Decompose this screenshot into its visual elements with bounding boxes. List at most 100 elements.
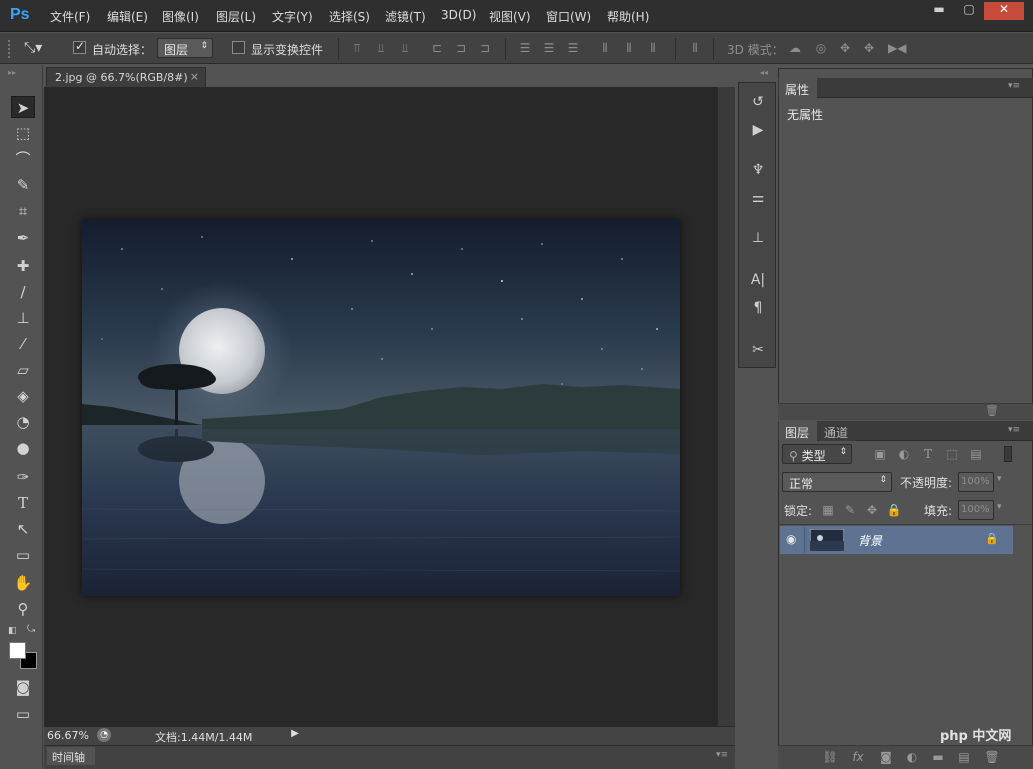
document-image[interactable] (82, 219, 680, 596)
filter-smart-object-icon[interactable]: ▤ (968, 446, 984, 462)
menu-edit[interactable]: 编辑(E) (107, 8, 148, 25)
align-top-icon[interactable]: ⫪ (350, 41, 364, 55)
paint-bucket-tool-icon[interactable]: ◈ (11, 385, 35, 407)
minimize-button[interactable]: ▬ (924, 2, 954, 20)
dropdown-arrow-icon[interactable]: ▾ (997, 502, 1002, 512)
grip-handle[interactable] (8, 40, 14, 58)
close-tab-icon[interactable]: × (190, 70, 199, 83)
menu-layer[interactable]: 图层(L) (216, 8, 256, 25)
path-select-tool-icon[interactable]: ↖ (11, 518, 35, 540)
pen-tool-icon[interactable]: ✑ (11, 466, 35, 488)
quick-mask-icon[interactable]: ◙ (11, 676, 35, 698)
crop-tool-icon[interactable]: ⌗ (11, 200, 35, 222)
collapse-icon[interactable]: ◂◂ (760, 68, 768, 77)
filter-type-icon[interactable]: T (920, 446, 936, 462)
status-menu-arrow-icon[interactable]: ▶ (288, 728, 302, 742)
eyedropper-tool-icon[interactable]: ✒ (11, 227, 35, 249)
distribute-top-icon[interactable]: ☰ (518, 41, 532, 55)
layer-name[interactable]: 背景 (858, 532, 882, 549)
filter-shape-icon[interactable]: ⬚ (944, 446, 960, 462)
show-transform-checkbox[interactable] (232, 41, 245, 54)
adjustments-icon[interactable]: ⚌ (748, 188, 768, 208)
menu-image[interactable]: 图像(I) (162, 8, 199, 25)
brush-presets-icon[interactable]: ♆ (748, 160, 768, 180)
dodge-tool-icon[interactable]: ● (11, 437, 35, 459)
foreground-color-swatch[interactable] (9, 642, 26, 659)
menu-select[interactable]: 选择(S) (329, 8, 370, 25)
collapse-icon[interactable]: ▸▸ (8, 68, 16, 77)
healing-brush-tool-icon[interactable]: ✚ (11, 255, 35, 277)
filter-pixel-icon[interactable]: ▣ (872, 446, 888, 462)
filter-toggle[interactable] (1004, 446, 1012, 462)
status-info-icon[interactable]: ◔ (97, 728, 111, 742)
clone-source-icon[interactable]: ⊥ (748, 228, 768, 248)
panel-menu-icon[interactable]: ▾≡ (1008, 425, 1020, 435)
adjustment-layer-icon[interactable]: ◐ (904, 749, 920, 765)
menu-file[interactable]: 文件(F) (50, 8, 90, 25)
eraser-tool-icon[interactable]: ▱ (11, 359, 35, 381)
align-bottom-icon[interactable]: ⫫ (398, 41, 412, 55)
swap-colors-icon[interactable]: ⤿ (27, 624, 35, 635)
menu-window[interactable]: 窗口(W) (546, 8, 591, 25)
lock-image-icon[interactable]: ✎ (842, 502, 858, 518)
history-brush-tool-icon[interactable]: ⁄ (11, 333, 35, 355)
3d-scale-icon[interactable]: ▶◀ (888, 41, 906, 55)
panel-menu-icon[interactable]: ▾≡ (1008, 81, 1020, 91)
vertical-scrollbar[interactable] (717, 87, 735, 726)
fill-input[interactable]: 100% (958, 500, 994, 520)
filter-adjustment-icon[interactable]: ◐ (896, 446, 912, 462)
lock-all-icon[interactable]: 🔒 (886, 502, 902, 518)
lasso-tool-icon[interactable]: ⌒ (11, 148, 35, 170)
actions-play-icon[interactable]: ▶ (748, 120, 768, 140)
new-group-icon[interactable]: ▬ (930, 749, 946, 765)
delete-layer-icon[interactable]: 🗑 (984, 749, 1000, 765)
panel-menu-icon[interactable]: ▾≡ (716, 750, 728, 760)
3d-rotate-icon[interactable]: ☁ (788, 41, 802, 55)
3d-pan-icon[interactable]: ✥ (838, 41, 852, 55)
close-button[interactable]: ✕ (984, 2, 1024, 20)
distribute-bottom-icon[interactable]: ☰ (566, 41, 580, 55)
tab-layers[interactable]: 图层 (779, 421, 817, 441)
3d-slide-icon[interactable]: ✥ (862, 41, 876, 55)
tool-presets-icon[interactable]: ✂ (748, 340, 768, 360)
distribute-left-icon[interactable]: ⦀ (598, 41, 612, 55)
distribute-hcenter-icon[interactable]: ⦀ (622, 41, 636, 55)
history-icon[interactable]: ↺ (748, 92, 768, 112)
menu-help[interactable]: 帮助(H) (607, 8, 649, 25)
layer-filter-dropdown[interactable]: ⚲ 类型 ⇕ (782, 444, 852, 464)
move-tool-icon[interactable]: ➤ (11, 96, 35, 118)
blend-mode-dropdown[interactable]: 正常 ⇕ (782, 472, 892, 492)
screen-mode-icon[interactable]: ▭ (11, 703, 35, 725)
auto-select-target-dropdown[interactable]: 图层 ⇕ (157, 38, 213, 58)
menu-3d[interactable]: 3D(D) (441, 8, 476, 22)
tab-channels[interactable]: 通道 (818, 421, 856, 441)
default-colors-icon[interactable]: ◧ (8, 626, 17, 636)
dropdown-arrow-icon[interactable]: ▾ (997, 474, 1002, 484)
marquee-tool-icon[interactable]: ⬚ (11, 122, 35, 144)
new-layer-icon[interactable]: ▤ (956, 749, 972, 765)
paragraph-icon[interactable]: ¶ (748, 298, 768, 318)
align-left-icon[interactable]: ⊏ (430, 41, 444, 55)
3d-roll-icon[interactable]: ◎ (814, 41, 828, 55)
eye-icon[interactable]: ◉ (786, 532, 796, 546)
zoom-value[interactable]: 66.67% (47, 729, 89, 742)
rectangle-tool-icon[interactable]: ▭ (11, 544, 35, 566)
hand-tool-icon[interactable]: ✋ (11, 572, 35, 594)
align-vcenter-icon[interactable]: ⫫ (374, 41, 388, 55)
blur-tool-icon[interactable]: ◔ (11, 411, 35, 433)
opacity-input[interactable]: 100% (958, 472, 994, 492)
character-icon[interactable]: A| (748, 270, 768, 290)
document-tab[interactable]: 2.jpg @ 66.7%(RGB/8#) × (46, 67, 206, 87)
align-hcenter-icon[interactable]: ⊐ (454, 41, 468, 55)
lock-transparent-icon[interactable]: ▦ (820, 502, 836, 518)
layer-style-icon[interactable]: fx (850, 749, 866, 765)
lock-position-icon[interactable]: ✥ (864, 502, 880, 518)
auto-align-icon[interactable]: ⦀ (688, 41, 702, 55)
move-tool-icon[interactable]: ⤡▾ (24, 40, 42, 56)
menu-filter[interactable]: 滤镜(T) (385, 8, 426, 25)
maximize-button[interactable]: ▢ (954, 2, 984, 20)
distribute-right-icon[interactable]: ⦀ (646, 41, 660, 55)
distribute-vcenter-icon[interactable]: ☰ (542, 41, 556, 55)
add-mask-icon[interactable]: ◙ (878, 749, 894, 765)
tab-properties[interactable]: 属性 (779, 78, 817, 98)
